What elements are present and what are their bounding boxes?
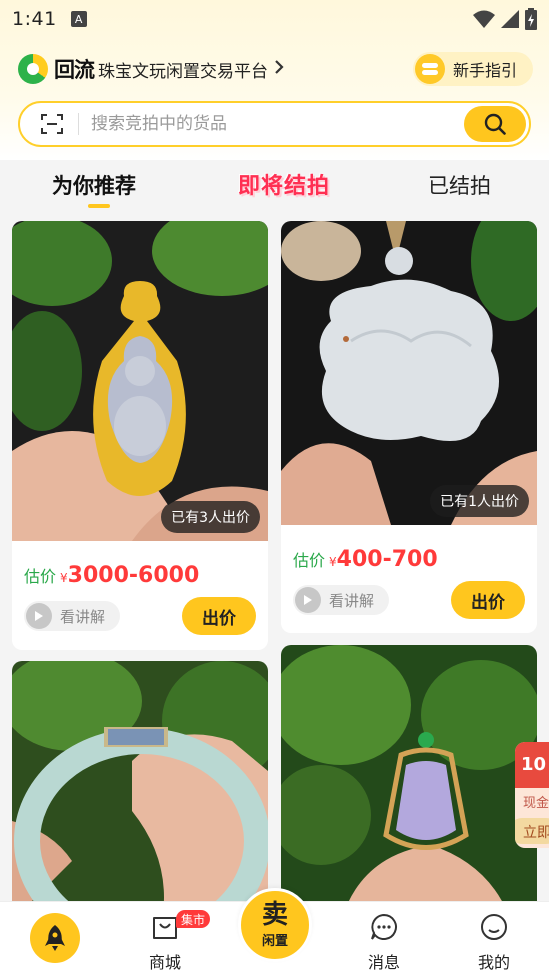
brand-logo-icon <box>18 54 48 84</box>
bottom-navigation: 商城 卖 闲置 消息 我的 <box>0 888 549 977</box>
watch-explanation-button[interactable]: 看讲解 <box>293 585 389 615</box>
play-icon <box>295 587 321 613</box>
product-image[interactable] <box>281 645 537 921</box>
tab-recommended[interactable]: 为你推荐 <box>52 170 136 200</box>
watch-explanation-button[interactable]: 看讲解 <box>24 601 120 631</box>
nav-profile[interactable]: 我的 <box>454 902 534 977</box>
status-bar: 1:41 A <box>0 0 549 38</box>
bid-count-badge: 已有3人出价 <box>161 501 260 533</box>
nav-mall-label: 商城 <box>148 953 181 972</box>
product-image[interactable] <box>281 221 537 525</box>
profile-smile-icon <box>481 914 507 940</box>
brand-mark: 回流 <box>54 58 95 82</box>
cash-coupon-floating-banner[interactable]: 10 现金 立即 <box>515 742 549 848</box>
scan-icon[interactable] <box>40 112 64 136</box>
status-time: 1:41 <box>12 8 57 30</box>
price-value: 400-700 <box>336 547 438 572</box>
message-icon <box>371 913 397 940</box>
coupon-amount: 10 <box>515 742 549 788</box>
product-image[interactable] <box>12 661 268 921</box>
product-card[interactable] <box>12 661 268 921</box>
bid-count-badge: 已有1人出价 <box>430 485 529 517</box>
coupon-label: 现金 <box>523 796 549 811</box>
make-offer-button[interactable]: 出价 <box>451 581 525 619</box>
tab-ended[interactable]: 已结拍 <box>428 170 491 200</box>
tab-ending-soon[interactable]: 即将结拍 <box>238 168 330 200</box>
battery-icon <box>525 8 537 30</box>
nav-messages-label: 消息 <box>367 953 400 972</box>
accessibility-indicator-icon: A <box>70 11 87 27</box>
guide-icon <box>415 54 445 84</box>
home-tab[interactable] <box>30 913 80 963</box>
nav-messages[interactable]: 消息 <box>344 902 424 977</box>
price-label: 估价 <box>293 551 326 570</box>
sell-label: 卖 <box>261 899 288 930</box>
search-button[interactable] <box>464 106 526 142</box>
coupon-claim-button[interactable]: 立即 <box>515 818 549 844</box>
sell-idle-button[interactable]: 卖 闲置 <box>238 888 312 962</box>
wifi-icon <box>473 10 495 28</box>
idle-label: 闲置 <box>261 933 288 949</box>
price-value: 3000-6000 <box>67 563 200 588</box>
status-icons <box>473 8 537 30</box>
nav-profile-label: 我的 <box>477 953 510 972</box>
search-input[interactable] <box>91 114 451 134</box>
explain-label: 看讲解 <box>329 591 375 610</box>
chevron-right-icon[interactable] <box>274 59 284 80</box>
search-bar[interactable] <box>18 101 531 147</box>
rocket-icon <box>45 925 65 951</box>
explain-label: 看讲解 <box>60 607 106 626</box>
make-offer-button[interactable]: 出价 <box>182 597 256 635</box>
app-header: 回流 珠宝文玩闲置交易平台 新手指引 <box>18 52 533 86</box>
price-currency: ¥ <box>329 555 337 569</box>
signal-icon <box>501 10 519 28</box>
active-tab-indicator <box>88 204 110 208</box>
brand-slogan-link[interactable]: 珠宝文玩闲置交易平台 <box>98 57 268 82</box>
product-card[interactable]: 已有3人出价 估价 ¥ 3000-6000 看讲解 出价 <box>12 221 268 650</box>
price-currency: ¥ <box>60 571 68 585</box>
price-row: 估价 ¥ 3000-6000 <box>24 563 199 588</box>
search-icon <box>484 113 506 135</box>
product-card[interactable] <box>281 645 537 921</box>
price-label: 估价 <box>24 567 57 586</box>
beginner-guide-button[interactable]: 新手指引 <box>413 52 533 86</box>
market-badge: 集市 <box>176 910 211 928</box>
search-divider <box>78 113 79 135</box>
shopping-bag-icon <box>153 917 177 939</box>
play-icon <box>26 603 52 629</box>
price-row: 估价 ¥ 400-700 <box>293 547 438 572</box>
guide-label: 新手指引 <box>453 61 518 80</box>
tab-bar: 为你推荐 即将结拍 已结拍 <box>0 160 549 216</box>
product-card[interactable]: 已有1人出价 估价 ¥ 400-700 看讲解 出价 <box>281 221 537 633</box>
product-image[interactable] <box>12 221 268 541</box>
